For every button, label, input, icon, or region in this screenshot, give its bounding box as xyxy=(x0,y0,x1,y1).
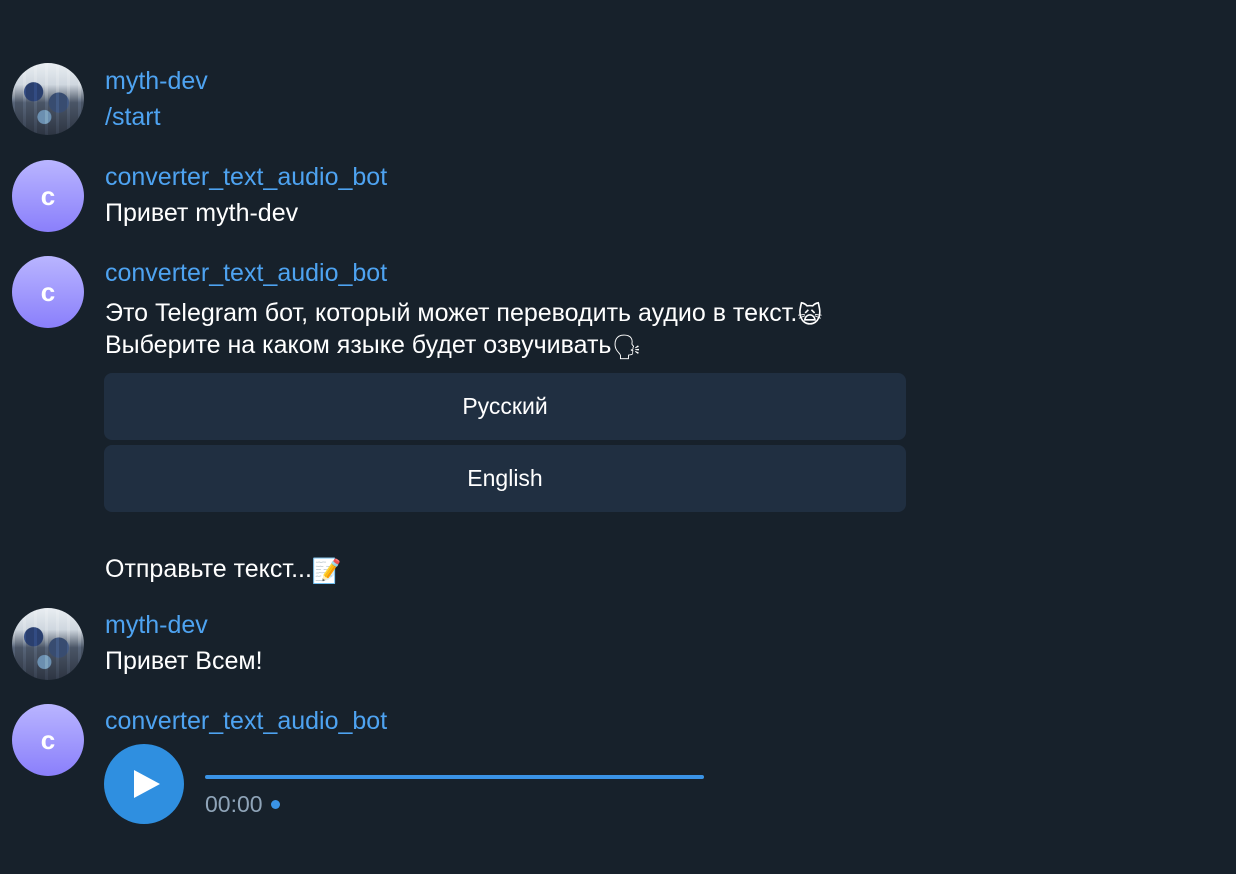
avatar-letter: c xyxy=(40,724,56,755)
audio-progress-bar[interactable] xyxy=(205,775,704,779)
keyboard-button-label: Русский xyxy=(462,393,548,419)
speaking-head-emoji-icon: 🗣 xyxy=(611,334,642,361)
play-icon xyxy=(134,770,160,798)
message-line: Это Telegram бот, который может переводи… xyxy=(105,299,798,327)
sender-name[interactable]: myth-dev xyxy=(105,610,208,640)
chat-history: myth-dev /start c converter_text_audio_b… xyxy=(0,0,1236,874)
keyboard-button-english[interactable]: English xyxy=(104,445,906,512)
message-text: Привет Всем! xyxy=(105,647,263,675)
play-button[interactable] xyxy=(104,744,184,824)
avatar-letter: c xyxy=(40,276,56,307)
avatar[interactable]: c xyxy=(12,704,84,776)
avatar[interactable]: c xyxy=(12,256,84,328)
message-text: Привет myth-dev xyxy=(105,199,299,227)
sender-name[interactable]: myth-dev xyxy=(105,66,208,96)
message-line: Выберите на каком языке будет озвучивать xyxy=(105,331,612,359)
audio-duration: 00:00 xyxy=(205,789,280,819)
duration-text: 00:00 xyxy=(205,791,263,817)
sender-name[interactable]: converter_text_audio_bot xyxy=(105,258,387,288)
message-text: Отправьте текст...📝 xyxy=(105,553,342,585)
avatar[interactable] xyxy=(12,608,84,680)
avatar[interactable] xyxy=(12,63,84,135)
memo-emoji-icon: 📝 xyxy=(311,558,342,585)
unread-dot xyxy=(270,800,280,809)
avatar-letter: c xyxy=(40,180,56,211)
command-link[interactable]: /start xyxy=(105,101,161,133)
message-text: Это Telegram бот, который может переводи… xyxy=(105,297,822,329)
message-line: Отправьте текст... xyxy=(105,555,312,583)
sender-name[interactable]: converter_text_audio_bot xyxy=(105,706,387,736)
message-text: Выберите на каком языке будет озвучивать… xyxy=(105,329,642,361)
scream-cat-emoji-icon: 🙀 xyxy=(797,302,823,329)
sender-name[interactable]: converter_text_audio_bot xyxy=(105,162,387,192)
keyboard-button-label: English xyxy=(467,465,543,491)
avatar[interactable]: c xyxy=(12,160,84,232)
keyboard-button-russian[interactable]: Русский xyxy=(104,373,906,440)
